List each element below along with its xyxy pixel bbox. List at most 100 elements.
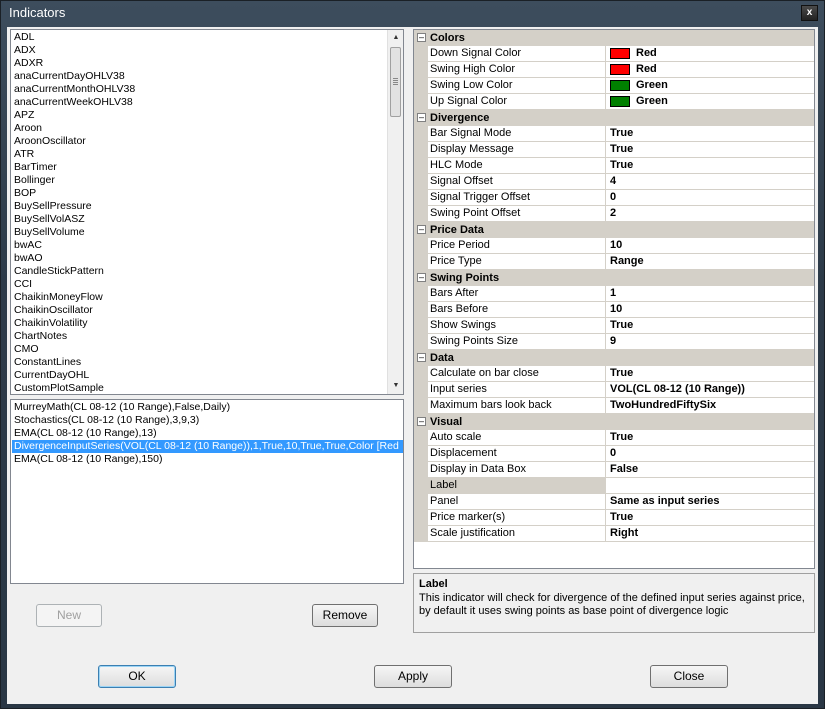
category-visual[interactable]: – Visual [414,414,814,430]
property-value[interactable]: Red [606,62,814,78]
new-button[interactable]: New [36,604,102,627]
indicator-list-item[interactable]: CCI [14,278,403,291]
scroll-up-icon[interactable]: ▲ [388,30,403,46]
property-row[interactable]: Up Signal Color Green [414,94,814,110]
indicator-list-item[interactable]: BuySellPressure [14,200,403,213]
indicator-list-item[interactable]: BuySellVolASZ [14,213,403,226]
indicator-list-item[interactable]: ADL [14,31,403,44]
property-row[interactable]: Signal Trigger Offset 0 [414,190,814,206]
property-row[interactable]: Maximum bars look back TwoHundredFiftySix [414,398,814,414]
indicator-list-item[interactable]: BuySellVolume [14,226,403,239]
collapse-toggle-icon[interactable]: – [417,33,426,42]
indicator-list-item[interactable]: Bollinger [14,174,403,187]
property-value[interactable]: 4 [606,174,814,190]
property-value[interactable] [606,478,814,494]
collapse-toggle-icon[interactable]: – [417,417,426,426]
property-value[interactable]: True [606,366,814,382]
property-value[interactable]: 10 [606,238,814,254]
property-value[interactable]: Red [606,46,814,62]
indicator-list-item[interactable]: AroonOscillator [14,135,403,148]
property-value[interactable]: Green [606,78,814,94]
property-row[interactable]: Price Period 10 [414,238,814,254]
collapse-toggle-icon[interactable]: – [417,225,426,234]
property-row[interactable]: Bar Signal Mode True [414,126,814,142]
indicator-list-item[interactable]: ChartNotes [14,330,403,343]
property-row[interactable]: Display Message True [414,142,814,158]
property-row[interactable]: Swing Low Color Green [414,78,814,94]
indicator-list-item[interactable]: ADX [14,44,403,57]
property-row[interactable]: Down Signal Color Red [414,46,814,62]
property-value[interactable]: 1 [606,286,814,302]
property-row[interactable]: Bars Before 10 [414,302,814,318]
property-row[interactable]: Swing High Color Red [414,62,814,78]
property-row[interactable]: Scale justification Right [414,526,814,542]
property-value[interactable]: 0 [606,446,814,462]
category-swing-points[interactable]: – Swing Points [414,270,814,286]
available-indicators-list[interactable]: ADL ADX ADXR anaCurrentDayOHLV38 anaCurrentM… [10,29,404,395]
property-value[interactable]: 9 [606,334,814,350]
indicator-list-item[interactable]: ADXR [14,57,403,70]
indicator-list-item[interactable]: ChaikinOscillator [14,304,403,317]
ok-button[interactable]: OK [98,665,176,688]
property-value[interactable]: True [606,318,814,334]
window-close-button[interactable]: x [801,5,818,21]
indicator-list-item[interactable]: Aroon [14,122,403,135]
property-value[interactable]: True [606,510,814,526]
property-value[interactable]: Green [606,94,814,110]
property-value[interactable]: Same as input series [606,494,814,510]
property-row[interactable]: Label [414,478,814,494]
property-value[interactable]: 10 [606,302,814,318]
property-value[interactable]: VOL(CL 08-12 (10 Range)) [606,382,814,398]
indicator-list-item[interactable]: CandleStickPattern [14,265,403,278]
property-row[interactable]: Price Type Range [414,254,814,270]
applied-indicator-item[interactable]: EMA(CL 08-12 (10 Range),150) [12,453,403,466]
property-row[interactable]: Calculate on bar close True [414,366,814,382]
applied-indicator-item[interactable]: DivergenceInputSeries(VOL(CL 08-12 (10 R… [12,440,403,453]
indicator-list-item[interactable]: ATR [14,148,403,161]
indicator-list-item[interactable]: ChaikinVolatility [14,317,403,330]
indicator-list-item[interactable]: BarTimer [14,161,403,174]
applied-indicators-list[interactable]: MurreyMath(CL 08-12 (10 Range),False,Dai… [10,399,404,584]
indicator-list-item[interactable]: ConstantLines [14,356,403,369]
property-row[interactable]: Bars After 1 [414,286,814,302]
property-row[interactable]: Show Swings True [414,318,814,334]
property-value[interactable]: 0 [606,190,814,206]
indicator-list-item[interactable]: CMO [14,343,403,356]
property-value[interactable]: True [606,126,814,142]
category-price-data[interactable]: – Price Data [414,222,814,238]
collapse-toggle-icon[interactable]: – [417,113,426,122]
indicator-list-item[interactable]: APZ [14,109,403,122]
scroll-down-icon[interactable]: ▼ [388,378,403,394]
property-value[interactable]: Range [606,254,814,270]
collapse-toggle-icon[interactable]: – [417,273,426,282]
property-row[interactable]: Input series VOL(CL 08-12 (10 Range)) [414,382,814,398]
property-row[interactable]: Price marker(s) True [414,510,814,526]
property-row[interactable]: Displacement 0 [414,446,814,462]
category-data[interactable]: – Data [414,350,814,366]
property-grid[interactable]: – Colors Down Signal Color Red Swing High Co… [413,29,815,569]
close-button[interactable]: Close [650,665,728,688]
property-row[interactable]: Signal Offset 4 [414,174,814,190]
property-row[interactable]: HLC Mode True [414,158,814,174]
property-row[interactable]: Panel Same as input series [414,494,814,510]
remove-button[interactable]: Remove [312,604,378,627]
property-value[interactable]: True [606,142,814,158]
category-divergence[interactable]: – Divergence [414,110,814,126]
property-value[interactable]: Right [606,526,814,542]
category-colors[interactable]: – Colors [414,30,814,46]
collapse-toggle-icon[interactable]: – [417,353,426,362]
property-row[interactable]: Swing Point Offset 2 [414,206,814,222]
indicator-list-item[interactable]: BOP [14,187,403,200]
property-row[interactable]: Auto scale True [414,430,814,446]
indicator-list-item[interactable]: bwAO [14,252,403,265]
applied-indicator-item[interactable]: MurreyMath(CL 08-12 (10 Range),False,Dai… [12,401,403,414]
indicator-list-item[interactable]: anaCurrentWeekOHLV38 [14,96,403,109]
property-row[interactable]: Display in Data Box False [414,462,814,478]
indicator-list-item[interactable]: CurrentDayOHL [14,369,403,382]
property-row[interactable]: Swing Points Size 9 [414,334,814,350]
property-value[interactable]: 2 [606,206,814,222]
indicator-list-scrollbar[interactable]: ▲ ▼ [387,30,403,394]
applied-indicator-item[interactable]: Stochastics(CL 08-12 (10 Range),3,9,3) [12,414,403,427]
applied-indicator-item[interactable]: EMA(CL 08-12 (10 Range),13) [12,427,403,440]
property-value[interactable]: True [606,430,814,446]
